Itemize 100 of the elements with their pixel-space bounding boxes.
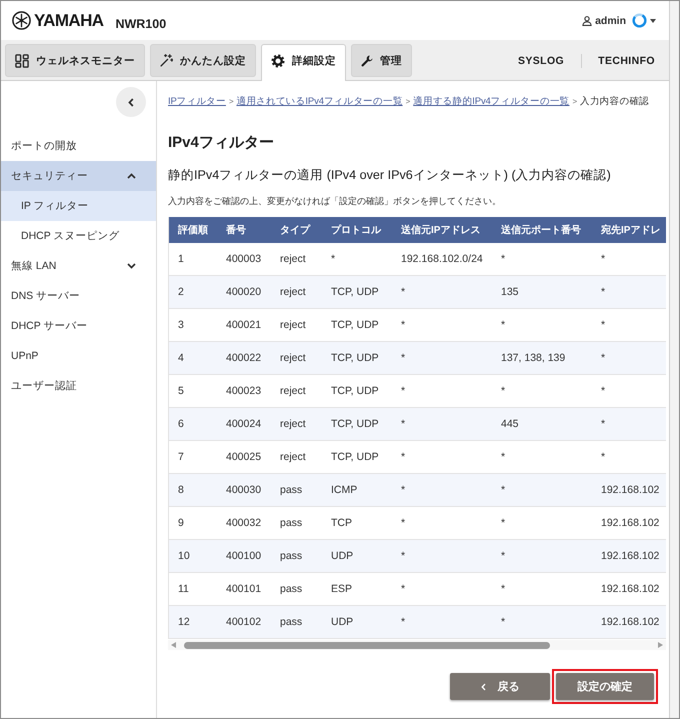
table-cell-text: 3 [177,319,185,331]
table-cell-text: reject [279,319,307,331]
dashboard-icon [15,54,29,68]
table-cell-text: 135 [500,286,520,298]
table-cell-text: 400030 [225,484,262,496]
table-cell-text: UDP [330,616,354,628]
sidebar-item[interactable]: 無線 LAN [1,251,156,281]
back-button[interactable]: 戻る [450,673,550,700]
breadcrumb-separator: > [228,96,234,108]
scroll-right-icon [658,642,663,648]
column-header: 評価順 [176,224,209,237]
table-cell-text: TCP [330,517,353,529]
table-cell-text: UDP [330,550,354,562]
table-cell-text: reject [279,451,307,463]
sidebar-item[interactable]: DHCP サーバー [1,311,156,341]
table-cell-text: * [500,517,506,529]
table-cell-text: 10 [177,550,191,562]
table-cell-text: * [400,616,406,628]
tab[interactable]: ウェルネスモニター [5,44,145,77]
table-cell-text: * [500,319,506,331]
table-cell-text: 400022 [225,352,262,364]
breadcrumb-separator: > [406,96,410,108]
tab[interactable]: かんたん設定 [150,44,256,77]
ring-icon [632,13,647,28]
tab[interactable]: 詳細設定 [261,44,346,81]
table-cell-text: * [600,418,606,430]
table-cell-text: * [500,484,506,496]
header-link[interactable]: SYSLOG [518,54,564,66]
table-cell-text: * [600,385,606,397]
table-cell-text: 192.168.102 [600,550,660,562]
sidebar-item[interactable]: セキュリティー [1,161,156,191]
table-cell-text: 2 [177,286,185,298]
table-cell-text: reject [279,286,307,298]
sidebar-item[interactable]: DNS サーバー [1,281,156,311]
horizontal-scrollbar[interactable] [168,640,666,650]
scrollbar-thumb[interactable] [184,642,550,648]
page-title: IPv4フィルター [168,133,275,153]
table-cell-text: pass [279,583,304,595]
table-cell-text: * [500,616,506,628]
table-cell-text: TCP, UDP [330,385,380,397]
table-cell-text: * [400,352,406,364]
table-cell-text: * [600,286,606,298]
table-cell-text: pass [279,616,304,628]
table-cell-text: 192.168.102 [600,484,660,496]
table-cell-text: 400003 [225,253,262,265]
table-cell-text: reject [279,418,307,430]
column-header: 番号 [225,224,247,237]
scroll-left-icon [171,642,176,648]
table-cell-text: 400024 [225,418,262,430]
table-cell-text: 400100 [225,550,262,562]
table-cell-text: TCP, UDP [330,352,380,364]
sidebar-item[interactable]: DHCP スヌーピング [1,221,156,251]
table-cell-text: ICMP [330,484,358,496]
sidebar-item[interactable]: ポートの開放 [1,131,156,161]
column-header: プロトコル [330,223,382,237]
section-title: 静的IPv4フィルターの適用 (IPv4 over IPv6インターネット) (入力内容の確認) [168,167,612,184]
caret-down-icon [650,18,656,22]
breadcrumb-link[interactable]: 適用する静的IPv4フィルターの一覧 [413,95,570,109]
column-header: タイプ [279,223,312,237]
column-header: 送信元ポート番号 [500,224,582,237]
brand-name: YAMAHA [34,10,104,30]
table-cell-text: 9 [177,517,185,529]
sidebar-item[interactable]: IP フィルター [1,191,156,221]
table-cell-text: 400101 [225,583,262,595]
table-cell-text: * [400,319,406,331]
table-cell-text: * [500,583,506,595]
confirm-button[interactable]: 設定の確定 [556,673,654,700]
table-cell-text: * [400,583,406,595]
user-menu-button[interactable]: admin [582,13,656,28]
table-cell-text: 192.168.102 [600,583,660,595]
table-cell-text: 400020 [225,286,262,298]
table-cell-text: 400021 [225,319,262,331]
table-cell-text: reject [279,352,307,364]
table-cell-text: 400025 [225,451,262,463]
table-cell-text: TCP, UDP [330,319,380,331]
table-cell-text: pass [279,517,304,529]
table-cell-text: * [500,385,506,397]
table-cell-text: 11 [177,583,190,595]
table-cell-text: 1 [177,253,185,265]
table-cell-text: TCP, UDP [330,418,380,430]
chevron-left-icon [480,682,486,690]
sidebar-item[interactable]: ユーザー認証 [1,371,156,401]
table-cell-text: 8 [177,484,185,496]
tab[interactable]: 管理 [351,44,412,77]
table-cell-text: * [500,550,506,562]
table-cell-text: pass [279,484,304,496]
header-link[interactable]: TECHINFO [598,54,655,66]
breadcrumb-current: 入力内容の確認 [580,95,649,109]
breadcrumb-link[interactable]: 適用されているIPv4フィルターの一覧 [236,95,403,109]
breadcrumb-link[interactable]: IPフィルター [168,95,226,109]
table-cell-text: 5 [177,385,185,397]
column-header: 宛先IPアドレ [600,224,662,237]
table-cell-text: 6 [177,418,185,430]
model-name: NWR100 [115,16,166,30]
table-cell-text: ESP [330,583,354,595]
table-cell-text: TCP, UDP [330,451,380,463]
table-cell-text: 137, 138, 139 [500,352,566,364]
sidebar-item[interactable]: UPnP [1,341,156,371]
collapse-button[interactable] [116,87,146,117]
table-cell-text: * [400,418,406,430]
